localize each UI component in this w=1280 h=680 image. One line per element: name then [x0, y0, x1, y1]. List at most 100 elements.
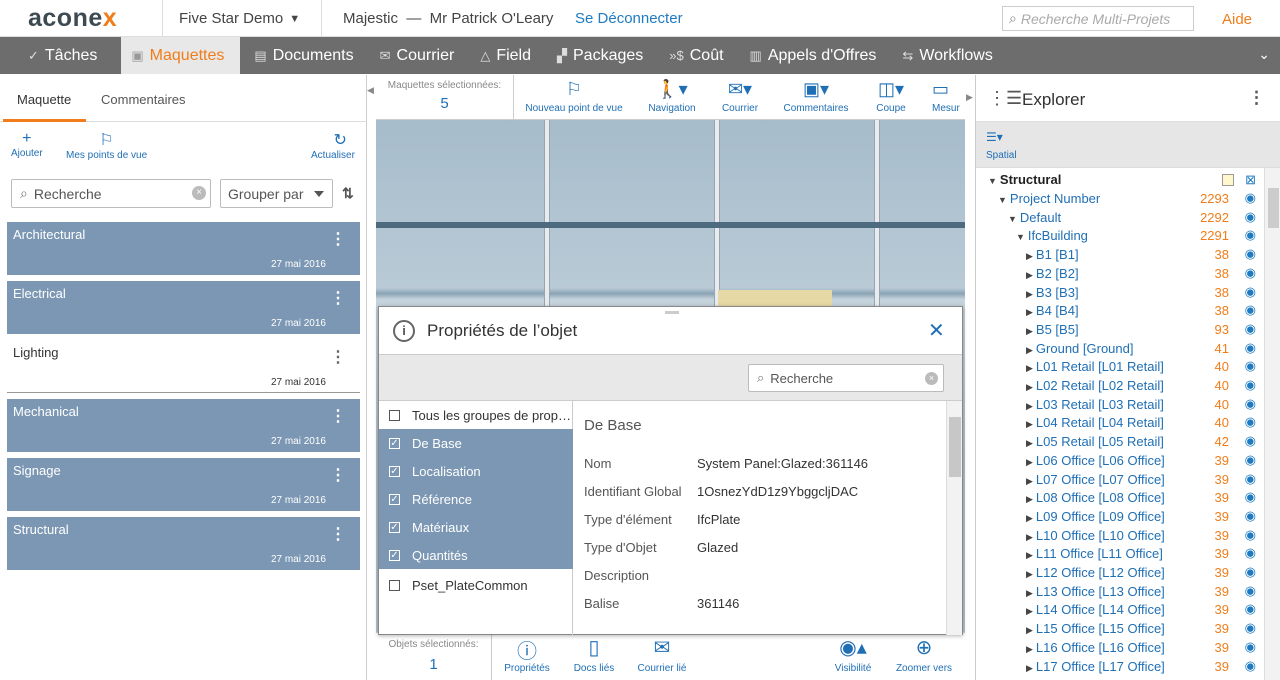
tree-node[interactable]: ▶ B3 [B3] 38 ◉ [976, 284, 1264, 304]
tree-node[interactable]: ▶ Ground [Ground] 41 ◉ [976, 340, 1264, 360]
tree-node[interactable]: ▶ L07 Office [L07 Office] 39 ◉ [976, 471, 1264, 491]
select-all-icon[interactable]: ⊠ [1245, 172, 1256, 188]
tree-node[interactable]: ▶ L09 Office [L09 Office] 39 ◉ [976, 508, 1264, 528]
tree-node[interactable]: ▶ B5 [B5] 93 ◉ [976, 321, 1264, 341]
eye-icon[interactable]: ◉ [1245, 620, 1256, 636]
model-card-electrical[interactable]: Electrical 27 mai 2016 ⋮ [7, 281, 360, 334]
expand-right-icon[interactable]: ▶ [1026, 644, 1033, 654]
group-localisation[interactable]: ✓ Localisation [379, 457, 573, 485]
eye-icon[interactable]: ◉ [1245, 564, 1256, 580]
tree-node[interactable]: ▶ L08 Office [L08 Office] 39 ◉ [976, 489, 1264, 509]
eye-icon[interactable]: ◉ [1245, 414, 1256, 430]
multi-project-search-input[interactable]: ⌕ Recherche Multi-Projets [1002, 6, 1194, 31]
group-reference[interactable]: ✓ Référence [379, 485, 573, 513]
more-vertical-icon[interactable]: ⋮ [330, 347, 346, 367]
scrollbar-thumb[interactable] [949, 417, 961, 477]
expand-right-icon[interactable]: ▶ [1026, 606, 1033, 616]
tree-node[interactable]: ▶ L15 Office [L15 Office] 39 ◉ [976, 620, 1264, 640]
visibility-button[interactable]: ◉▴ Visibilité [828, 635, 878, 674]
expand-right-icon[interactable]: ▶ [1026, 569, 1033, 579]
expand-right-icon[interactable]: ▶ [1026, 625, 1033, 635]
more-vertical-icon[interactable]: ⋮ [330, 406, 346, 426]
checkbox[interactable]: ✓ [389, 521, 400, 533]
section-button[interactable]: ◫▾ Coupe [866, 75, 916, 114]
navigation-button[interactable]: 🚶▾ Navigation [642, 75, 702, 114]
eye-icon[interactable]: ◉ [1245, 209, 1256, 225]
my-viewpoints-button[interactable]: ⚐ Mes points de vue [66, 130, 147, 161]
properties-button[interactable]: ⓘ Propriétés [500, 635, 554, 674]
expand-right-icon[interactable]: ▶ [1026, 401, 1033, 411]
linked-mail-button[interactable]: ✉ Courrier lié [632, 635, 692, 674]
expand-right-icon[interactable]: ▶ [1026, 513, 1033, 523]
logout-link[interactable]: Se Déconnecter [575, 10, 683, 27]
color-box-icon[interactable] [1222, 174, 1234, 186]
tree-node[interactable]: ▶ B2 [B2] 38 ◉ [976, 265, 1264, 285]
eye-icon[interactable]: ◉ [1245, 396, 1256, 412]
expand-right-icon[interactable]: ▶ [1026, 270, 1033, 280]
tree-node[interactable]: ▶ L02 Retail [L02 Retail] 40 ◉ [976, 377, 1264, 397]
eye-icon[interactable]: ◉ [1245, 190, 1256, 206]
eye-icon[interactable]: ◉ [1245, 321, 1256, 337]
expand-right-icon[interactable]: ▶ [1026, 476, 1033, 486]
tree-node[interactable]: ▼ Project Number 2293 ◉ [976, 190, 1264, 210]
expand-down-icon[interactable]: ▼ [1016, 232, 1025, 242]
tree-node[interactable]: ▶ L16 Office [L16 Office] 39 ◉ [976, 639, 1264, 659]
checkbox[interactable]: ✓ [389, 437, 400, 449]
more-vertical-icon[interactable]: ⋮ [330, 288, 346, 308]
tree-node[interactable]: ▶ L03 Retail [L03 Retail] 40 ◉ [976, 396, 1264, 416]
collapse-right-icon[interactable]: ▶ [966, 92, 974, 103]
group-quantites[interactable]: ✓ Quantités [379, 541, 573, 569]
model-card-lighting[interactable]: Lighting 27 mai 2016 ⋮ [7, 340, 360, 393]
tree-node[interactable]: ▼ IfcBuilding 2291 ◉ [976, 227, 1264, 247]
tree-node[interactable]: ▶ B4 [B4] 38 ◉ [976, 302, 1264, 322]
eye-icon[interactable]: ◉ [1245, 508, 1256, 524]
group-pset-platecommon[interactable]: Pset_PlateCommon [379, 571, 573, 599]
clear-icon[interactable]: × [192, 186, 206, 200]
checkbox[interactable]: ✓ [389, 493, 400, 505]
expand-right-icon[interactable]: ▶ [1026, 550, 1033, 560]
expand-right-icon[interactable]: ▶ [1026, 363, 1033, 373]
expand-right-icon[interactable]: ▶ [1026, 307, 1033, 317]
checkbox[interactable] [389, 409, 400, 421]
eye-icon[interactable]: ◉ [1245, 583, 1256, 599]
clear-icon[interactable]: × [925, 372, 938, 385]
expand-right-icon[interactable]: ▶ [1026, 663, 1033, 673]
close-icon[interactable]: ✕ [928, 318, 945, 343]
eye-icon[interactable]: ◉ [1245, 302, 1256, 318]
nav-taches[interactable]: ✓ Tâches [0, 37, 111, 74]
aconex-logo[interactable]: aconex [28, 4, 117, 33]
nav-maquettes[interactable]: ▣ Maquettes [121, 37, 241, 74]
nav-documents[interactable]: ▤ Documents [240, 37, 367, 74]
expand-right-icon[interactable]: ▶ [1026, 289, 1033, 299]
tab-maquette[interactable]: Maquette [17, 92, 71, 107]
eye-icon[interactable]: ◉ [1245, 433, 1256, 449]
eye-icon[interactable]: ◉ [1245, 471, 1256, 487]
expand-right-icon[interactable]: ▶ [1026, 345, 1033, 355]
scrollbar-thumb[interactable] [1268, 188, 1279, 228]
zoom-to-button[interactable]: ⊕ Zoomer vers [892, 635, 956, 674]
eye-icon[interactable]: ◉ [1245, 545, 1256, 561]
eye-icon[interactable]: ◉ [1245, 358, 1256, 374]
eye-icon[interactable]: ◉ [1245, 227, 1256, 243]
nav-workflows[interactable]: ⇆ Workflows [890, 37, 1006, 74]
nav-courrier[interactable]: ✉ Courrier [368, 37, 469, 74]
eye-icon[interactable]: ◉ [1245, 340, 1256, 356]
drag-handle[interactable] [665, 311, 679, 314]
properties-scrollbar[interactable] [946, 401, 962, 635]
eye-icon[interactable]: ◉ [1245, 639, 1256, 655]
expand-right-icon[interactable]: ▶ [1026, 588, 1033, 598]
expand-right-icon[interactable]: ▶ [1026, 532, 1033, 542]
model-search-input[interactable]: ⌕ Recherche × [11, 179, 211, 208]
tree-node[interactable]: ▶ L10 Office [L10 Office] 39 ◉ [976, 527, 1264, 547]
comments-button[interactable]: ▣▾ Commentaires [778, 75, 854, 114]
model-card-mechanical[interactable]: Mechanical 27 mai 2016 ⋮ [7, 399, 360, 452]
collapse-left-icon[interactable]: ◀ [367, 85, 375, 96]
group-materiaux[interactable]: ✓ Matériaux [379, 513, 573, 541]
group-by-select[interactable]: Grouper par [220, 179, 333, 208]
tab-commentaires[interactable]: Commentaires [101, 92, 186, 107]
properties-search-input[interactable]: ⌕ Recherche × [748, 364, 944, 392]
expand-right-icon[interactable]: ▶ [1026, 438, 1033, 448]
eye-icon[interactable]: ◉ [1245, 246, 1256, 262]
nav-more-chevron-icon[interactable]: ⌄ [1258, 46, 1270, 63]
tree-node[interactable]: ▶ L01 Retail [L01 Retail] 40 ◉ [976, 358, 1264, 378]
